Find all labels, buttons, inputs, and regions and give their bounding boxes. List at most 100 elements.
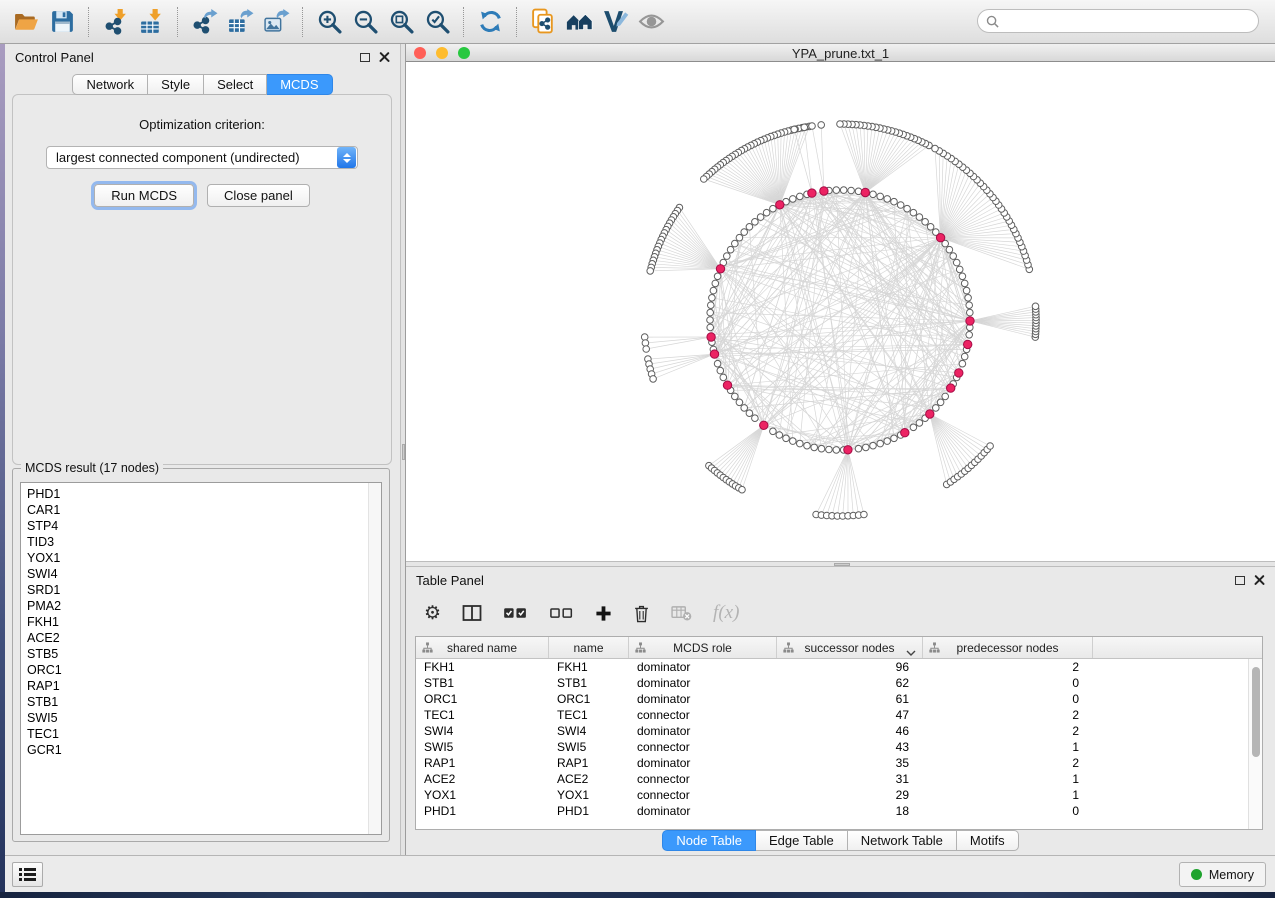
apply-layout-button[interactable] — [472, 4, 508, 40]
table-row[interactable]: RAP1RAP1dominator352 — [416, 755, 1248, 771]
table-row[interactable]: ORC1ORC1dominator610 — [416, 691, 1248, 707]
cell-shared_name: RAP1 — [416, 755, 549, 771]
vizmapper-button[interactable] — [597, 4, 633, 40]
tab-select[interactable]: Select — [204, 74, 267, 95]
mcds-result-item[interactable]: SWI4 — [27, 566, 381, 582]
shared-column-icon — [929, 642, 940, 656]
network-overview-button[interactable] — [12, 862, 43, 887]
zoom-fit-button[interactable] — [383, 4, 419, 40]
cell-predecessor_nodes: 2 — [923, 659, 1093, 675]
cybrowser-button[interactable] — [561, 4, 597, 40]
result-list-scrollbar[interactable] — [368, 483, 381, 834]
mcds-result-item[interactable]: FKH1 — [27, 614, 381, 630]
main-toolbar — [0, 0, 1275, 44]
select-all-rows-button[interactable] — [503, 600, 528, 626]
tab-network[interactable]: Network — [72, 74, 148, 95]
column-header-predecessor-nodes[interactable]: predecessor nodes — [923, 637, 1093, 658]
open-file-button[interactable] — [8, 4, 44, 40]
table-row[interactable]: PHD1PHD1dominator180 — [416, 803, 1248, 819]
hide-panel-button[interactable] — [633, 4, 669, 40]
column-header-shared-name[interactable]: shared name — [416, 637, 549, 658]
close-panel-button[interactable]: Close panel — [207, 184, 310, 207]
tab-network-table[interactable]: Network Table — [848, 830, 957, 851]
mcds-result-item[interactable]: PHD1 — [27, 486, 381, 502]
mcds-result-item[interactable]: SRD1 — [27, 582, 381, 598]
tab-node-table[interactable]: Node Table — [662, 830, 756, 851]
zoom-out-button[interactable] — [347, 4, 383, 40]
column-label: predecessor nodes — [956, 641, 1058, 655]
cell-predecessor_nodes: 2 — [923, 723, 1093, 739]
cell-shared_name: FKH1 — [416, 659, 549, 675]
mcds-result-item[interactable]: SWI5 — [27, 710, 381, 726]
clone-network-button[interactable] — [525, 4, 561, 40]
column-header-successor-nodes[interactable]: successor nodes — [777, 637, 923, 658]
import-network-button[interactable] — [97, 4, 133, 40]
mcds-result-group: MCDS result (17 nodes) PHD1CAR1STP4TID3Y… — [12, 468, 390, 842]
zoom-selected-button[interactable] — [419, 4, 455, 40]
tab-edge-table[interactable]: Edge Table — [756, 830, 848, 851]
mcds-result-item[interactable]: GCR1 — [27, 742, 381, 758]
mcds-result-item[interactable]: TID3 — [27, 534, 381, 550]
mcds-result-item[interactable]: PMA2 — [27, 598, 381, 614]
mcds-result-item[interactable]: YOX1 — [27, 550, 381, 566]
deselect-all-rows-button[interactable] — [549, 600, 574, 626]
table-row[interactable]: ACE2ACE2connector311 — [416, 771, 1248, 787]
mcds-result-item[interactable]: ORC1 — [27, 662, 381, 678]
cell-mcds_role: dominator — [629, 675, 777, 691]
table-row[interactable]: TEC1TEC1connector472 — [416, 707, 1248, 723]
save-session-button[interactable] — [44, 4, 80, 40]
mcds-result-item[interactable]: CAR1 — [27, 502, 381, 518]
table-row[interactable]: SWI4SWI4dominator462 — [416, 723, 1248, 739]
mcds-result-item[interactable]: STP4 — [27, 518, 381, 534]
control-panel-close-icon[interactable] — [379, 52, 390, 63]
export-network-button[interactable] — [186, 4, 222, 40]
search-input[interactable] — [1004, 11, 1250, 31]
toolbar-separator — [177, 7, 178, 37]
tab-mcds[interactable]: MCDS — [267, 74, 332, 95]
table-panel-close-icon[interactable] — [1254, 575, 1265, 586]
dropdown-stepper-icon — [337, 147, 356, 168]
node-table: shared namenameMCDS rolesuccessor nodes p… — [415, 636, 1263, 830]
cell-predecessor_nodes: 1 — [923, 739, 1093, 755]
control-panel-tabs: NetworkStyleSelectMCDS — [5, 74, 400, 95]
delete-table-button — [671, 600, 692, 626]
table-settings-button[interactable]: ⚙ — [424, 600, 441, 626]
mcds-result-item[interactable]: STB5 — [27, 646, 381, 662]
table-row[interactable]: STB1STB1dominator620 — [416, 675, 1248, 691]
node-table-body: FKH1FKH1dominator962STB1STB1dominator620… — [416, 659, 1248, 829]
splitter-grip[interactable] — [402, 444, 405, 460]
table-scrollbar-thumb[interactable] — [1252, 667, 1260, 757]
splitter-grip-horizontal[interactable] — [834, 563, 850, 566]
zoom-in-button[interactable] — [311, 4, 347, 40]
run-mcds-button[interactable]: Run MCDS — [94, 184, 194, 207]
tab-motifs[interactable]: Motifs — [957, 830, 1019, 851]
mcds-result-item[interactable]: TEC1 — [27, 726, 381, 742]
tab-style[interactable]: Style — [148, 74, 204, 95]
mcds-buttons: Run MCDS Close panel — [94, 184, 309, 207]
export-table-button[interactable] — [222, 4, 258, 40]
table-row[interactable]: SWI5SWI5connector431 — [416, 739, 1248, 755]
control-panel-float-icon[interactable] — [360, 53, 370, 62]
memory-button[interactable]: Memory — [1179, 862, 1266, 887]
criterion-dropdown[interactable]: largest connected component (undirected) — [46, 146, 358, 169]
network-canvas[interactable] — [406, 62, 1275, 561]
export-image-button[interactable] — [258, 4, 294, 40]
table-panel-float-icon[interactable] — [1235, 576, 1245, 585]
criterion-value: largest connected component (undirected) — [47, 150, 337, 165]
mcds-result-item[interactable]: STB1 — [27, 694, 381, 710]
column-header-name[interactable]: name — [549, 637, 629, 658]
cell-mcds_role: connector — [629, 771, 777, 787]
add-column-button[interactable] — [595, 600, 612, 626]
table-row[interactable]: YOX1YOX1connector291 — [416, 787, 1248, 803]
delete-column-button[interactable] — [633, 600, 650, 626]
column-header-MCDS-role[interactable]: MCDS role — [629, 637, 777, 658]
table-scrollbar[interactable] — [1248, 659, 1262, 829]
mcds-result-item[interactable]: ACE2 — [27, 630, 381, 646]
mcds-result-list: PHD1CAR1STP4TID3YOX1SWI4SRD1PMA2FKH1ACE2… — [21, 483, 381, 758]
cell-mcds_role: dominator — [629, 803, 777, 819]
import-table-button[interactable] — [133, 4, 169, 40]
show-columns-button[interactable] — [462, 600, 482, 626]
table-panel-title: Table Panel — [416, 573, 484, 588]
table-row[interactable]: FKH1FKH1dominator962 — [416, 659, 1248, 675]
mcds-result-item[interactable]: RAP1 — [27, 678, 381, 694]
